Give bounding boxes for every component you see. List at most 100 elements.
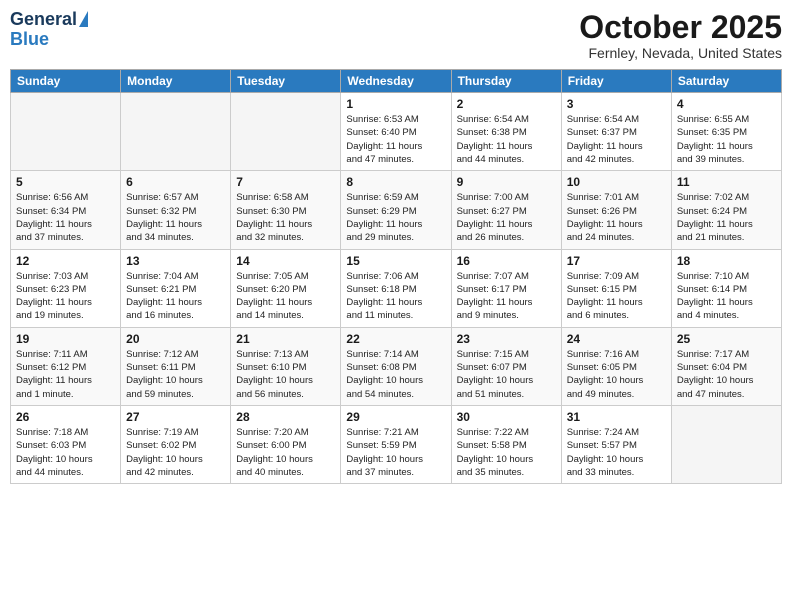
- day-number: 7: [236, 175, 335, 189]
- calendar-day: 7Sunrise: 6:58 AM Sunset: 6:30 PM Daylig…: [231, 171, 341, 249]
- calendar-day: 28 Sunrise: 7:20 AM Sunset: 6:00 PM Dayli…: [231, 405, 341, 483]
- calendar-day: 18 Sunrise: 7:10 AM Sunset: 6:14 PM Dayli…: [671, 249, 781, 327]
- day-info: Sunrise: 7:21 AM Sunset: 5:59 PM Dayligh…: [346, 426, 445, 479]
- day-number: 19: [16, 332, 115, 346]
- day-info: Sunrise: 6:54 AM Sunset: 6:37 PM Dayligh…: [567, 113, 666, 166]
- calendar-day: 14Sunrise: 7:05 AM Sunset: 6:20 PM Dayli…: [231, 249, 341, 327]
- calendar-day: 25 Sunrise: 7:17 AM Sunset: 6:04 PM Dayli…: [671, 327, 781, 405]
- calendar-day: 22 Sunrise: 7:14 AM Sunset: 6:08 PM Dayli…: [341, 327, 451, 405]
- day-info: Sunrise: 7:20 AM Sunset: 6:00 PM Dayligh…: [236, 426, 335, 479]
- page-header: General Blue October 2025 Fernley, Nevad…: [10, 10, 782, 61]
- day-number: 23: [457, 332, 556, 346]
- day-number: 9: [457, 175, 556, 189]
- calendar-day: 6Sunrise: 6:57 AM Sunset: 6:32 PM Daylig…: [121, 171, 231, 249]
- day-info: Sunrise: 7:15 AM Sunset: 6:07 PM Dayligh…: [457, 348, 556, 401]
- calendar-day: 1 Sunrise: 6:53 AM Sunset: 6:40 PM Daylig…: [341, 93, 451, 171]
- day-info: Sunrise: 7:19 AM Sunset: 6:02 PM Dayligh…: [126, 426, 225, 479]
- day-number: 16: [457, 254, 556, 268]
- calendar-week-5: 26Sunrise: 7:18 AM Sunset: 6:03 PM Dayli…: [11, 405, 782, 483]
- day-number: 24: [567, 332, 666, 346]
- logo-text-general: General: [10, 10, 77, 30]
- calendar-week-2: 5 Sunrise: 6:56 AM Sunset: 6:34 PM Daylig…: [11, 171, 782, 249]
- calendar-day: 10 Sunrise: 7:01 AM Sunset: 6:26 PM Dayli…: [561, 171, 671, 249]
- calendar-day: 2Sunrise: 6:54 AM Sunset: 6:38 PM Daylig…: [451, 93, 561, 171]
- calendar-day: 24 Sunrise: 7:16 AM Sunset: 6:05 PM Dayli…: [561, 327, 671, 405]
- day-number: 18: [677, 254, 776, 268]
- calendar-day: 19 Sunrise: 7:11 AM Sunset: 6:12 PM Dayli…: [11, 327, 121, 405]
- day-number: 5: [16, 175, 115, 189]
- weekday-header-sunday: Sunday: [11, 70, 121, 93]
- calendar-day: 27 Sunrise: 7:19 AM Sunset: 6:02 PM Dayli…: [121, 405, 231, 483]
- calendar-day: 9 Sunrise: 7:00 AM Sunset: 6:27 PM Daylig…: [451, 171, 561, 249]
- logo: General Blue: [10, 10, 88, 50]
- day-number: 29: [346, 410, 445, 424]
- day-number: 15: [346, 254, 445, 268]
- day-info: Sunrise: 7:22 AM Sunset: 5:58 PM Dayligh…: [457, 426, 556, 479]
- calendar-day: 3 Sunrise: 6:54 AM Sunset: 6:37 PM Daylig…: [561, 93, 671, 171]
- day-number: 8: [346, 175, 445, 189]
- day-number: 22: [346, 332, 445, 346]
- calendar-week-1: 1 Sunrise: 6:53 AM Sunset: 6:40 PM Daylig…: [11, 93, 782, 171]
- day-info: Sunrise: 7:02 AM Sunset: 6:24 PM Dayligh…: [677, 191, 776, 244]
- day-info: Sunrise: 7:12 AM Sunset: 6:11 PM Dayligh…: [126, 348, 225, 401]
- weekday-header-thursday: Thursday: [451, 70, 561, 93]
- day-number: 21: [236, 332, 335, 346]
- weekday-header-monday: Monday: [121, 70, 231, 93]
- location-text: Fernley, Nevada, United States: [579, 45, 782, 61]
- month-title: October 2025: [579, 10, 782, 45]
- calendar-day: 12Sunrise: 7:03 AM Sunset: 6:23 PM Dayli…: [11, 249, 121, 327]
- weekday-header-saturday: Saturday: [671, 70, 781, 93]
- calendar-day: 23 Sunrise: 7:15 AM Sunset: 6:07 PM Dayli…: [451, 327, 561, 405]
- calendar-day: [11, 93, 121, 171]
- weekday-header-wednesday: Wednesday: [341, 70, 451, 93]
- calendar-day: [121, 93, 231, 171]
- day-number: 11: [677, 175, 776, 189]
- day-info: Sunrise: 7:16 AM Sunset: 6:05 PM Dayligh…: [567, 348, 666, 401]
- day-number: 12: [16, 254, 115, 268]
- calendar-day: 17 Sunrise: 7:09 AM Sunset: 6:15 PM Dayli…: [561, 249, 671, 327]
- day-info: Sunrise: 6:53 AM Sunset: 6:40 PM Dayligh…: [346, 113, 445, 166]
- weekday-header-tuesday: Tuesday: [231, 70, 341, 93]
- day-info: Sunrise: 7:13 AM Sunset: 6:10 PM Dayligh…: [236, 348, 335, 401]
- calendar-day: 29 Sunrise: 7:21 AM Sunset: 5:59 PM Dayli…: [341, 405, 451, 483]
- day-info: Sunrise: 7:04 AM Sunset: 6:21 PM Dayligh…: [126, 270, 225, 323]
- day-number: 28: [236, 410, 335, 424]
- calendar-table: SundayMondayTuesdayWednesdayThursdayFrid…: [10, 69, 782, 484]
- day-number: 10: [567, 175, 666, 189]
- day-info: Sunrise: 6:56 AM Sunset: 6:34 PM Dayligh…: [16, 191, 115, 244]
- day-number: 20: [126, 332, 225, 346]
- day-info: Sunrise: 7:11 AM Sunset: 6:12 PM Dayligh…: [16, 348, 115, 401]
- calendar-day: 4 Sunrise: 6:55 AM Sunset: 6:35 PM Daylig…: [671, 93, 781, 171]
- day-info: Sunrise: 6:55 AM Sunset: 6:35 PM Dayligh…: [677, 113, 776, 166]
- day-number: 6: [126, 175, 225, 189]
- weekday-header-friday: Friday: [561, 70, 671, 93]
- day-number: 25: [677, 332, 776, 346]
- calendar-day: 11 Sunrise: 7:02 AM Sunset: 6:24 PM Dayli…: [671, 171, 781, 249]
- day-number: 27: [126, 410, 225, 424]
- calendar-day: 15 Sunrise: 7:06 AM Sunset: 6:18 PM Dayli…: [341, 249, 451, 327]
- calendar-day: 26Sunrise: 7:18 AM Sunset: 6:03 PM Dayli…: [11, 405, 121, 483]
- calendar-day: 13 Sunrise: 7:04 AM Sunset: 6:21 PM Dayli…: [121, 249, 231, 327]
- day-number: 4: [677, 97, 776, 111]
- day-number: 17: [567, 254, 666, 268]
- day-info: Sunrise: 7:17 AM Sunset: 6:04 PM Dayligh…: [677, 348, 776, 401]
- day-info: Sunrise: 7:06 AM Sunset: 6:18 PM Dayligh…: [346, 270, 445, 323]
- day-info: Sunrise: 7:00 AM Sunset: 6:27 PM Dayligh…: [457, 191, 556, 244]
- day-info: Sunrise: 7:01 AM Sunset: 6:26 PM Dayligh…: [567, 191, 666, 244]
- logo-triangle-icon: [79, 11, 88, 27]
- calendar-day: 31Sunrise: 7:24 AM Sunset: 5:57 PM Dayli…: [561, 405, 671, 483]
- day-number: 1: [346, 97, 445, 111]
- day-number: 13: [126, 254, 225, 268]
- day-info: Sunrise: 7:14 AM Sunset: 6:08 PM Dayligh…: [346, 348, 445, 401]
- calendar-day: 16 Sunrise: 7:07 AM Sunset: 6:17 PM Dayli…: [451, 249, 561, 327]
- day-info: Sunrise: 7:07 AM Sunset: 6:17 PM Dayligh…: [457, 270, 556, 323]
- day-number: 3: [567, 97, 666, 111]
- calendar-week-3: 12Sunrise: 7:03 AM Sunset: 6:23 PM Dayli…: [11, 249, 782, 327]
- logo-text-blue: Blue: [10, 29, 49, 49]
- day-number: 2: [457, 97, 556, 111]
- day-info: Sunrise: 7:09 AM Sunset: 6:15 PM Dayligh…: [567, 270, 666, 323]
- day-info: Sunrise: 7:10 AM Sunset: 6:14 PM Dayligh…: [677, 270, 776, 323]
- title-block: October 2025 Fernley, Nevada, United Sta…: [579, 10, 782, 61]
- day-info: Sunrise: 7:24 AM Sunset: 5:57 PM Dayligh…: [567, 426, 666, 479]
- day-info: Sunrise: 6:59 AM Sunset: 6:29 PM Dayligh…: [346, 191, 445, 244]
